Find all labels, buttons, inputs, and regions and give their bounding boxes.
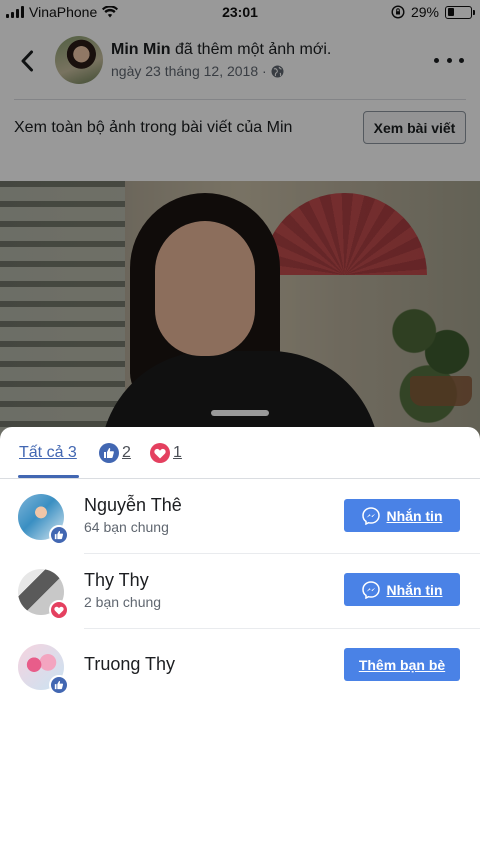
list-item[interactable]: Truong Thy Thêm bạn bè [0, 630, 480, 704]
globe-icon [271, 65, 284, 77]
author-name[interactable]: Min Min [111, 41, 171, 58]
battery-icon [445, 5, 475, 19]
photo-blinds [0, 181, 125, 440]
view-post-button[interactable]: Xem bài viết [363, 111, 466, 144]
photo-pot [410, 376, 472, 406]
messenger-icon [361, 506, 380, 525]
like-badge-icon [49, 675, 69, 695]
like-icon [99, 443, 119, 463]
more-options-icon[interactable] [434, 50, 464, 70]
tab-like-count: 2 [122, 444, 131, 461]
person-name[interactable]: Nguyễn Thê [84, 495, 182, 516]
battery-percent: 29% [410, 4, 439, 20]
reaction-tabs: Tất cả 3 2 1 [0, 427, 480, 479]
post-title: Min Min đã thêm một ảnh mới. [111, 41, 331, 59]
tab-all-label: Tất cả 3 [19, 444, 77, 461]
sheet-drag-handle[interactable] [211, 410, 269, 416]
tab-like[interactable]: 2 [99, 443, 131, 463]
messenger-icon [361, 580, 380, 599]
tab-love-count: 1 [173, 444, 182, 461]
post-date[interactable]: ngày 23 tháng 12, 2018 · [111, 63, 267, 79]
status-bar: VinaPhone 23:01 29% [0, 0, 480, 24]
post-photo[interactable] [0, 181, 480, 440]
person-name[interactable]: Truong Thy [84, 654, 175, 675]
add-friend-button-label: Thêm bạn bè [358, 656, 446, 673]
mutual-friends: 64 bạn chung [84, 519, 169, 535]
orientation-lock-icon [391, 5, 405, 19]
album-row: Xem toàn bộ ảnh trong bài viết của Min X… [0, 100, 480, 156]
list-item[interactable]: Thy Thy 2 bạn chung Nhắn tin [0, 555, 480, 629]
love-badge-icon [49, 600, 69, 620]
person-name[interactable]: Thy Thy [84, 570, 149, 591]
tab-all[interactable]: Tất cả 3 [19, 443, 77, 463]
list-item[interactable]: Nguyễn Thê 64 bạn chung Nhắn tin [0, 480, 480, 554]
tab-love[interactable]: 1 [150, 443, 182, 463]
message-button-label: Nhắn tin [386, 581, 443, 598]
back-icon[interactable] [14, 44, 40, 78]
post-action: đã thêm một ảnh mới. [170, 41, 332, 58]
photo-plant [386, 289, 480, 429]
add-friend-button[interactable]: Thêm bạn bè [344, 648, 460, 681]
author-avatar[interactable] [55, 36, 103, 84]
album-prompt: Xem toàn bộ ảnh trong bài viết của Min [14, 119, 293, 136]
love-icon [150, 443, 170, 463]
photo-fan [262, 193, 427, 275]
like-badge-icon [49, 525, 69, 545]
post-header: Min Min đã thêm một ảnh mới. ngày 23 thá… [0, 30, 480, 92]
row-divider [84, 628, 480, 629]
row-divider [84, 553, 480, 554]
message-button[interactable]: Nhắn tin [344, 499, 460, 532]
message-button[interactable]: Nhắn tin [344, 573, 460, 606]
message-button-label: Nhắn tin [386, 507, 443, 524]
active-tab-indicator [18, 475, 79, 478]
photo-person-face [155, 221, 255, 356]
mutual-friends: 2 bạn chung [84, 594, 162, 610]
reactions-sheet: Tất cả 3 2 1 Nguyễn Thê 64 bạn chung Nhắ… [0, 427, 480, 853]
post-meta: ngày 23 tháng 12, 2018 · [111, 63, 284, 79]
